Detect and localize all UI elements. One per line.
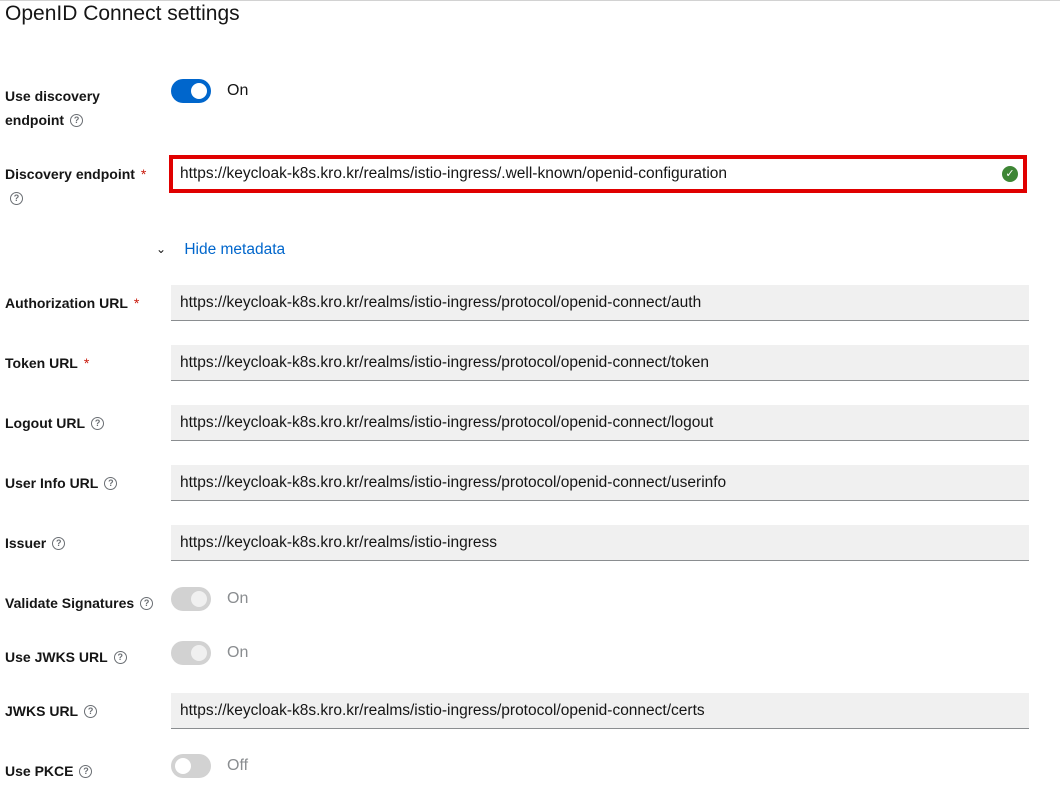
token-url-input[interactable]: https://keycloak-k8s.kro.kr/realms/istio… [171, 345, 1029, 381]
required-marker: * [83, 355, 90, 371]
issuer-input[interactable]: https://keycloak-k8s.kro.kr/realms/istio… [171, 525, 1029, 561]
discovery-endpoint-input[interactable]: https://keycloak-k8s.kro.kr/realms/istio… [169, 155, 1027, 193]
required-marker: * [140, 166, 147, 182]
toggle-knob [191, 645, 207, 661]
validate-signatures-label: Validate Signatures? [5, 591, 170, 615]
use-jwks-url-label-text: Use JWKS URL [5, 649, 108, 665]
authorization-url-label-text: Authorization URL [5, 295, 128, 311]
help-icon[interactable]: ? [52, 536, 66, 550]
user-info-url-label-text: User Info URL [5, 475, 99, 491]
user-info-url-label: User Info URL? [5, 471, 155, 495]
help-icon[interactable]: ? [84, 704, 98, 718]
logout-url-label: Logout URL? [5, 411, 155, 435]
section-title: OpenID Connect settings [5, 2, 240, 25]
token-url-label-text: Token URL [5, 355, 78, 371]
discovery-endpoint-value: https://keycloak-k8s.kro.kr/realms/istio… [180, 165, 728, 182]
discovery-endpoint-label-text: Discovery endpoint [5, 166, 135, 182]
use-discovery-label: Use discovery endpoint? [5, 84, 155, 132]
authorization-url-input[interactable]: https://keycloak-k8s.kro.kr/realms/istio… [171, 285, 1029, 321]
use-pkce-state: Off [227, 757, 249, 774]
required-marker: * [133, 295, 140, 311]
issuer-label-text: Issuer [5, 535, 47, 551]
discovery-endpoint-label: Discovery endpoint * ? [5, 162, 155, 210]
use-discovery-state: On [227, 82, 249, 99]
help-icon[interactable]: ? [10, 191, 23, 205]
help-icon[interactable]: ? [140, 596, 154, 610]
hide-metadata-toggle[interactable]: ⌄ Hide metadata [156, 241, 285, 259]
toggle-knob [191, 83, 207, 99]
use-jwks-url-label: Use JWKS URL? [5, 645, 155, 669]
validate-signatures-label-text: Validate Signatures [5, 595, 135, 611]
use-discovery-toggle[interactable] [171, 79, 211, 103]
use-pkce-toggle[interactable] [171, 754, 211, 778]
check-circle-icon: ✓ [1002, 166, 1018, 182]
token-url-label: Token URL * [5, 351, 155, 375]
top-divider [0, 0, 1060, 1]
oidc-settings-panel: OpenID Connect settings Use discovery en… [0, 0, 1060, 807]
toggle-knob [191, 591, 207, 607]
logout-url-label-text: Logout URL [5, 415, 86, 431]
hide-metadata-label: Hide metadata [184, 241, 286, 258]
use-pkce-label: Use PKCE? [5, 759, 155, 783]
use-pkce-label-text: Use PKCE [5, 763, 74, 779]
help-icon[interactable]: ? [113, 650, 127, 664]
issuer-label: Issuer? [5, 531, 155, 555]
jwks-url-label-text: JWKS URL [5, 703, 79, 719]
jwks-url-input[interactable]: https://keycloak-k8s.kro.kr/realms/istio… [171, 693, 1029, 729]
toggle-knob [175, 758, 191, 774]
jwks-url-label: JWKS URL? [5, 699, 155, 723]
use-jwks-url-state: On [227, 644, 249, 661]
help-icon[interactable]: ? [70, 113, 84, 127]
use-discovery-label-line2: endpoint [5, 112, 65, 128]
user-info-url-input[interactable]: https://keycloak-k8s.kro.kr/realms/istio… [171, 465, 1029, 501]
use-jwks-url-toggle[interactable] [171, 641, 211, 665]
help-icon[interactable]: ? [91, 416, 105, 430]
chevron-down-icon: ⌄ [156, 242, 167, 256]
authorization-url-label: Authorization URL * [5, 291, 155, 315]
logout-url-input[interactable]: https://keycloak-k8s.kro.kr/realms/istio… [171, 405, 1029, 441]
help-icon[interactable]: ? [104, 476, 118, 490]
validate-signatures-toggle[interactable] [171, 587, 211, 611]
help-icon[interactable]: ? [79, 764, 93, 778]
validate-signatures-state: On [227, 590, 249, 607]
use-discovery-label-line1: Use discovery [5, 88, 100, 104]
